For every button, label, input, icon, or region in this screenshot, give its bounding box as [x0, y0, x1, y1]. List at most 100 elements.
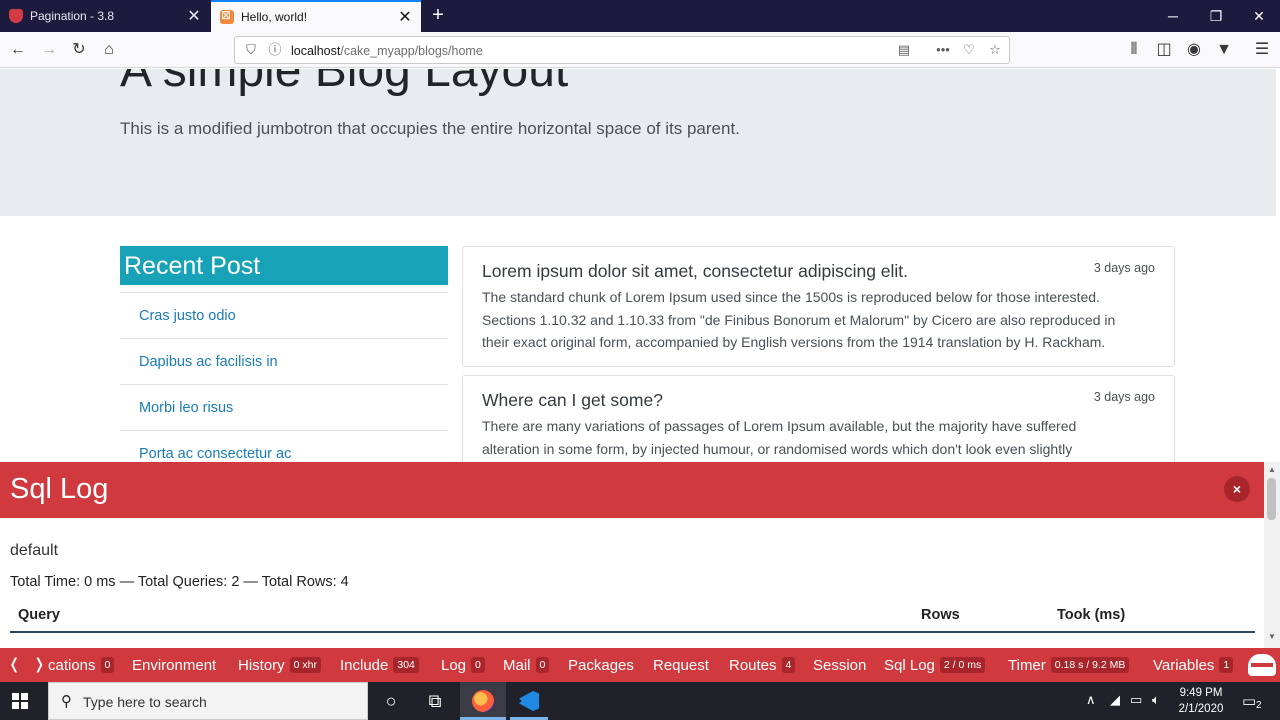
vscode-taskbar-icon[interactable] [506, 682, 552, 720]
toolbar-prev-icon[interactable]: ❬ [8, 655, 21, 673]
browser-tab-pagination[interactable]: Pagination - 3.8 ✕ [0, 0, 210, 32]
taskbar-search-box[interactable]: ⚲ Type here to search [48, 682, 368, 720]
close-panel-icon[interactable]: × [1224, 476, 1250, 502]
minimize-icon[interactable]: ─ [1158, 6, 1188, 26]
home-icon[interactable]: ⌂ [97, 38, 121, 62]
debug-panel-request[interactable]: Request [653, 648, 709, 682]
debug-panel-label: Session [813, 656, 867, 674]
debug-panel-mail[interactable]: Mail 0 [503, 648, 550, 682]
debug-panel-badge: 4 [781, 657, 796, 673]
post-card: Lorem ipsum dolor sit amet, consectetur … [462, 246, 1175, 367]
recent-post-link[interactable]: Morbi leo risus [120, 384, 448, 430]
recent-post-link[interactable]: Cras justo odio [120, 292, 448, 338]
account-icon[interactable]: ◉ [1182, 38, 1206, 62]
toolbar-next-icon[interactable]: ❭ [33, 655, 46, 673]
library-icon[interactable]: ⫴ [1122, 38, 1146, 62]
jumbotron: A simple Blog Layout This is a modified … [0, 69, 1276, 216]
debug-panel-badge: 0 [471, 657, 485, 673]
debug-panel-badge: 0 [100, 657, 115, 673]
menu-hamburger-icon[interactable]: ☰ [1250, 38, 1274, 62]
back-arrow-icon[interactable]: ← [6, 38, 30, 62]
debug-panel-history[interactable]: History 0 xhr [238, 648, 322, 682]
tab-close-icon[interactable]: ✕ [184, 6, 204, 26]
post-body-line: The standard chunk of Lorem Ipsum used s… [482, 289, 1100, 305]
scroll-up-icon[interactable]: ▲ [1266, 465, 1278, 474]
tab-close-icon[interactable]: ✕ [395, 7, 415, 27]
browser-tab-hello-world[interactable]: Hello, world! ✕ [211, 0, 421, 32]
query-summary: Total Time: 0 ms — Total Queries: 2 — To… [10, 574, 349, 590]
url-text: localhost/cake_myapp/blogs/home [291, 44, 483, 58]
restore-icon[interactable]: ❐ [1201, 6, 1231, 26]
clock-date: 2/1/2020 [1178, 703, 1224, 715]
reload-icon[interactable]: ↻ [67, 38, 91, 62]
debug-panel-label: Routes [729, 656, 777, 674]
debug-panel-label: Mail [503, 656, 531, 674]
debug-panel-badge: 0 xhr [289, 657, 322, 673]
debug-panel-packages[interactable]: Packages [568, 648, 634, 682]
forward-arrow-icon[interactable]: → [37, 38, 61, 62]
debug-panel-cations[interactable]: cations 0 [48, 648, 115, 682]
bookmark-star-icon[interactable]: ☆ [987, 42, 1003, 58]
debug-panel-routes[interactable]: Routes 4 [729, 648, 796, 682]
cortana-icon[interactable]: ○ [368, 682, 414, 720]
debug-panel-badge: 304 [393, 657, 419, 673]
debug-panel-label: Include [340, 656, 389, 674]
post-body-line: Sections 1.10.32 and 1.10.33 from "de Fi… [482, 311, 1116, 328]
cakephp-favicon-icon [9, 9, 23, 23]
debug-panel-include[interactable]: Include 304 [340, 648, 419, 682]
post-body: The standard chunk of Lorem Ipsum used s… [482, 286, 1162, 354]
debug-panel-log[interactable]: Log 0 [441, 648, 485, 682]
firefox-taskbar-icon[interactable] [460, 682, 506, 720]
column-header-rows: Rows [921, 607, 960, 623]
notification-count: 2 [1256, 700, 1262, 711]
table-header-rule [10, 631, 1255, 633]
debug-panel-session[interactable]: Session [813, 648, 866, 682]
tracking-shield-icon[interactable]: ⛉ [243, 42, 259, 58]
notification-center-icon[interactable]: ▭ [1242, 692, 1256, 710]
debug-panel-label: Request [653, 656, 709, 674]
network-wifi-icon[interactable]: ◢ [1110, 692, 1120, 708]
debug-panel-label: cations [48, 656, 96, 674]
taskbar-clock[interactable]: 9:49 PM 2/1/2020 [1172, 685, 1230, 717]
extension-icon[interactable]: ▼ [1212, 38, 1236, 62]
address-bar[interactable]: ⛉ ⓘ localhost/cake_myapp/blogs/home ▤ ••… [234, 36, 1010, 64]
windows-start-icon[interactable] [12, 693, 28, 709]
debug-panel-label: Variables [1153, 656, 1215, 674]
reader-view-icon[interactable]: ▤ [896, 42, 912, 58]
cakephp-logo-icon[interactable] [1248, 654, 1276, 676]
debug-toolbar: ❬ ❭ cations 0 Environment History 0 xhr Inclu… [0, 648, 1280, 682]
column-header-query: Query [18, 607, 60, 623]
volume-icon[interactable]: 🔈︎ [1152, 692, 1160, 708]
site-info-icon[interactable]: ⓘ [267, 42, 283, 58]
page-actions-icon[interactable]: ••• [935, 42, 951, 58]
post-title[interactable]: Where can I get some? [482, 390, 663, 411]
recent-post-link[interactable]: Dapibus ac facilisis in [120, 338, 448, 384]
debug-panel-variables[interactable]: Variables 1 [1153, 648, 1234, 682]
post-title[interactable]: Lorem ipsum dolor sit amet, consectetur … [482, 261, 908, 282]
debug-panel-environment[interactable]: Environment [132, 648, 216, 682]
sidebar-toggle-icon[interactable]: ◫ [1152, 38, 1176, 62]
page-favicon-icon [220, 8, 234, 24]
debug-panel-timer[interactable]: Timer 0.18 s / 9.2 MB [1008, 648, 1130, 682]
debug-panel-label: Packages [568, 656, 634, 674]
clock-time: 9:49 PM [1179, 687, 1223, 699]
pocket-icon[interactable]: ♡ [961, 42, 977, 58]
scrollbar-thumb[interactable] [1267, 478, 1276, 520]
column-header-took: Took (ms) [1057, 607, 1126, 623]
task-view-icon[interactable]: ⧉ [412, 682, 458, 720]
debug-panel-badge: 0.18 s / 9.2 MB [1050, 657, 1130, 673]
search-icon: ⚲ [61, 693, 72, 710]
show-hidden-icons-chevron-icon[interactable]: ∧ [1086, 692, 1096, 708]
url-path: /cake_myapp/blogs/home [340, 44, 483, 58]
battery-icon[interactable]: ▭ [1130, 692, 1142, 708]
scroll-down-icon[interactable]: ▼ [1266, 632, 1278, 641]
post-body-line: There are many variations of passages of… [482, 418, 1077, 434]
debug-panel-label: Log [441, 656, 467, 674]
page-title: A simple Blog Layout [120, 69, 569, 97]
connection-name: default [10, 542, 59, 559]
debug-panel-label: Timer [1008, 656, 1046, 674]
debug-panel-label: Environment [132, 656, 217, 674]
debug-panel-sql-log[interactable]: Sql Log 2 / 0 ms [884, 648, 986, 682]
new-tab-plus-icon[interactable]: + [428, 4, 448, 26]
close-window-icon[interactable]: ✕ [1244, 6, 1274, 26]
